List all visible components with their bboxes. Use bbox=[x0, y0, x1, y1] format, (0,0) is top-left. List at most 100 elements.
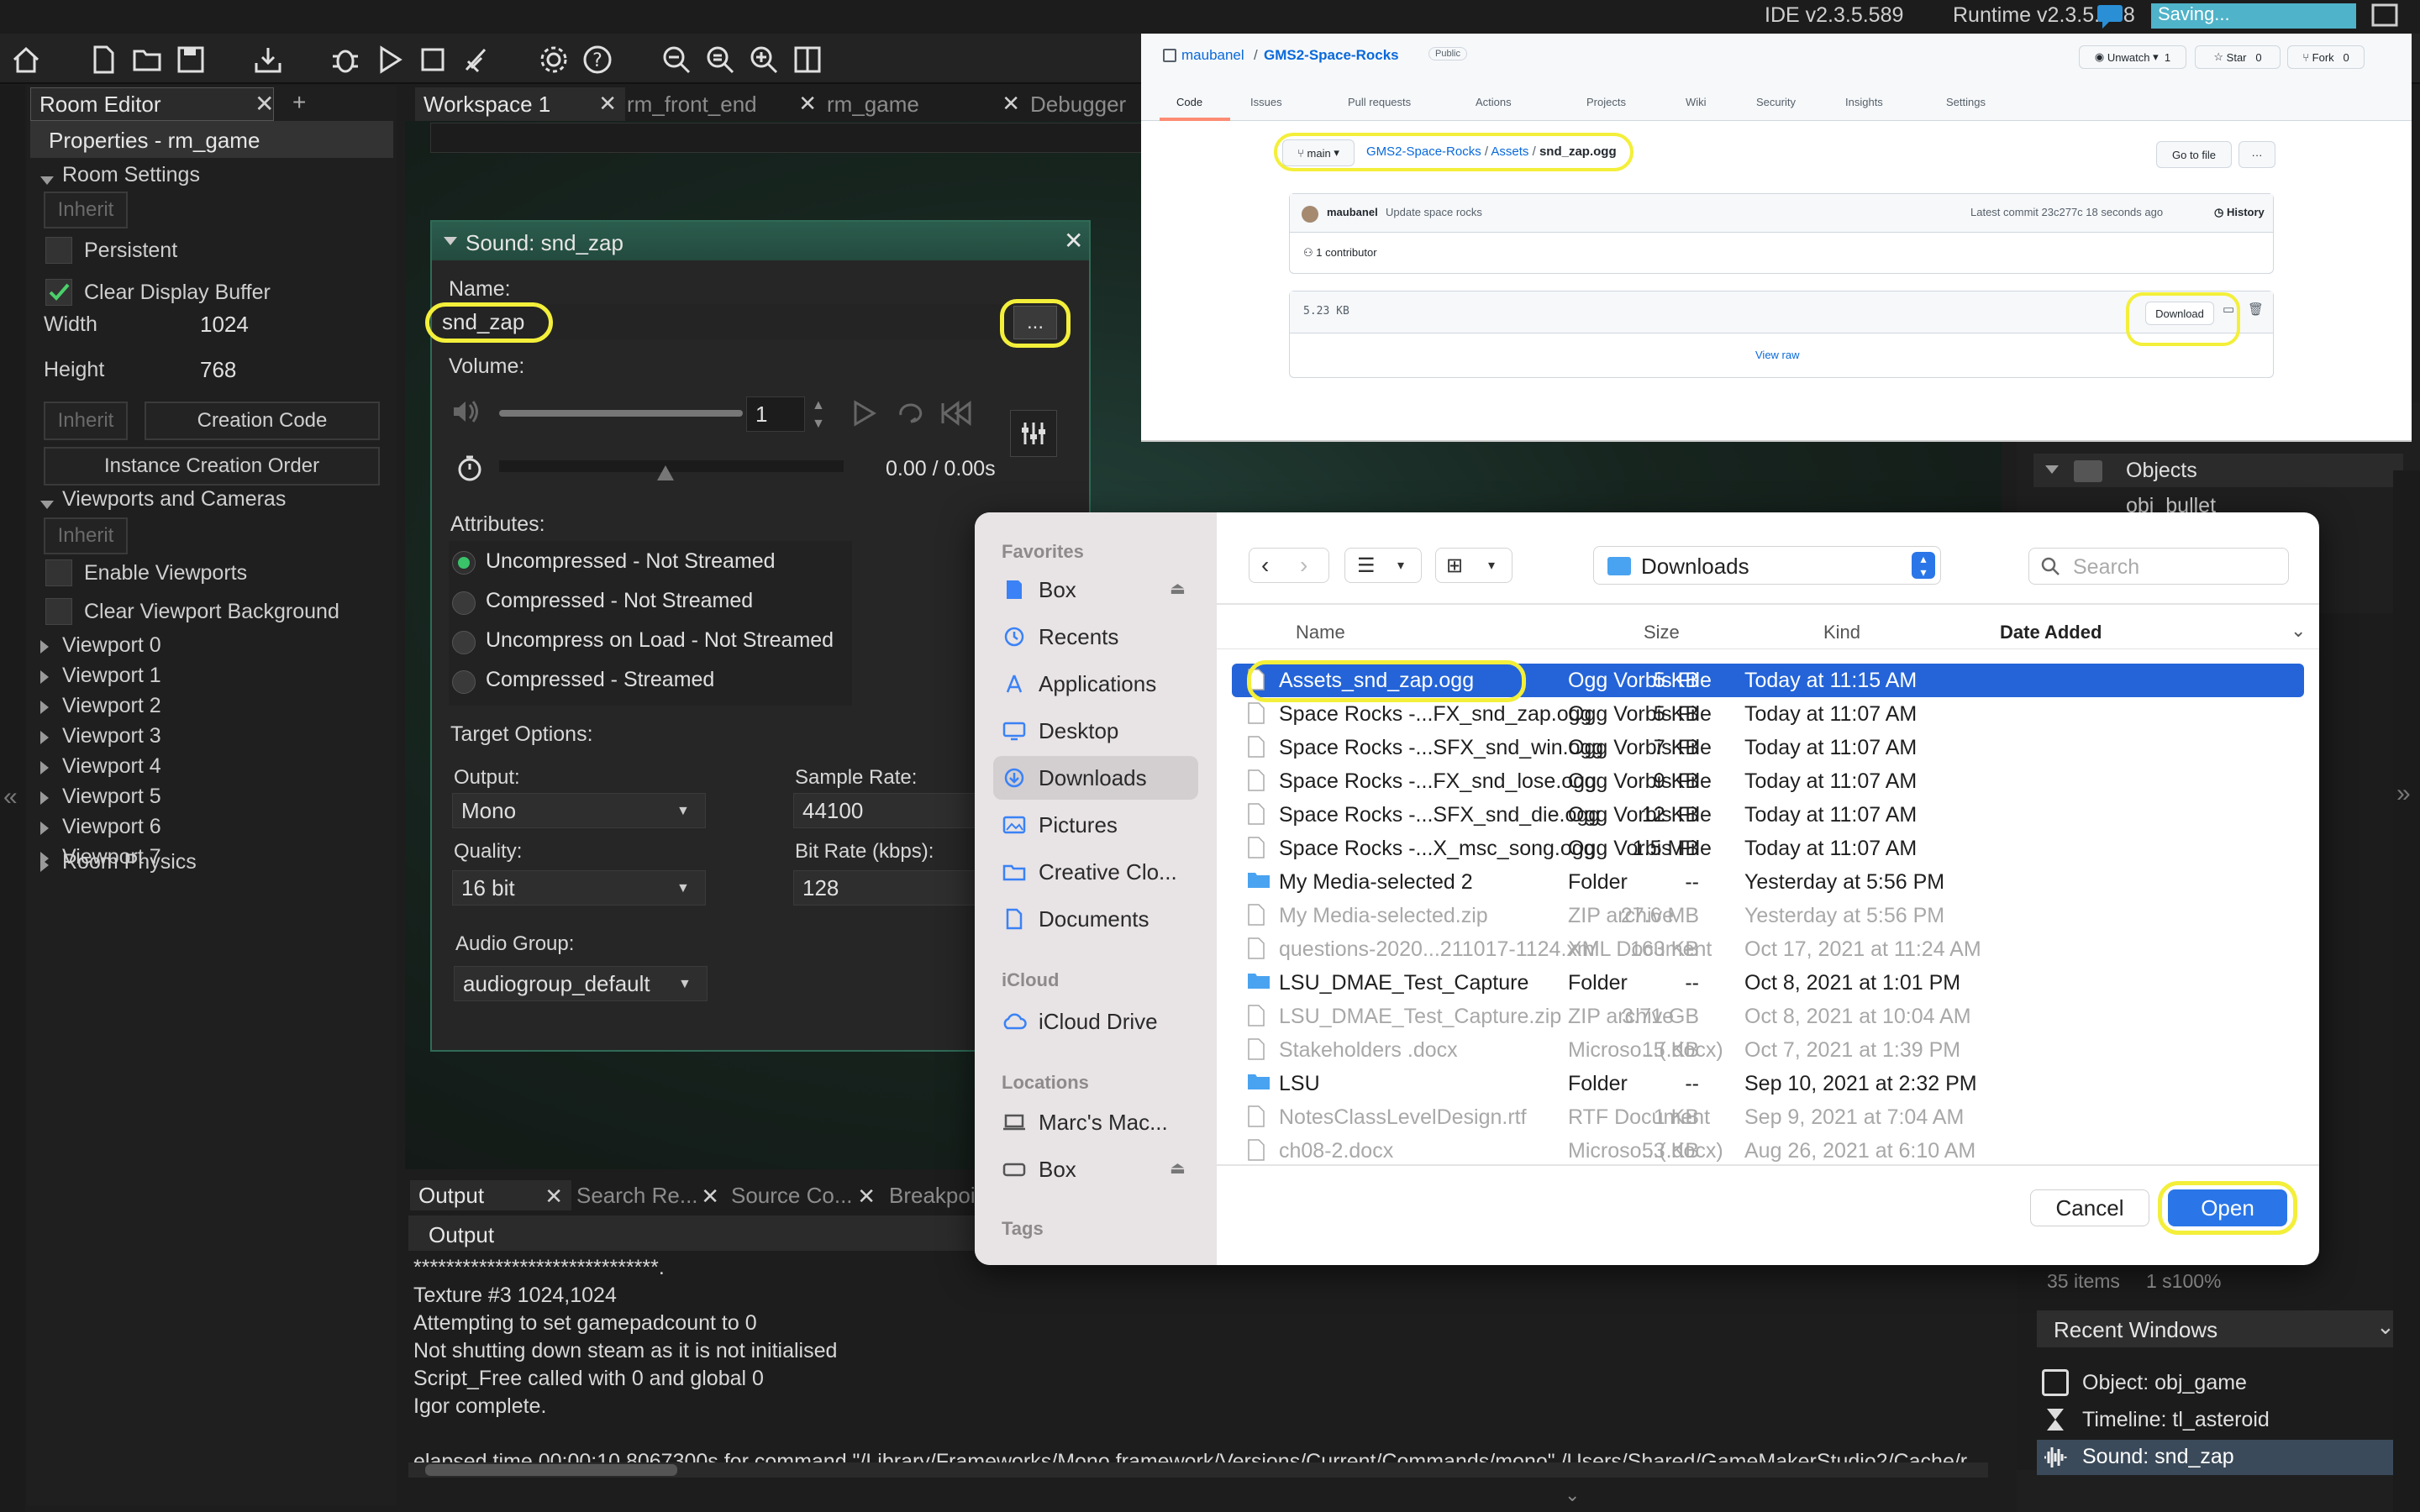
search-field[interactable]: Search bbox=[2028, 548, 2289, 585]
output-select[interactable]: Mono ▼ bbox=[452, 793, 706, 828]
expand-icon[interactable] bbox=[40, 640, 49, 654]
file-row[interactable]: ch08-2.docx 53 KB Microso...(.docx) Aug 26,… bbox=[1232, 1134, 2304, 1168]
unwatch-button[interactable]: ◉ Unwatch ▾ 1 bbox=[2079, 45, 2186, 69]
close-icon[interactable]: ✕ bbox=[255, 90, 274, 118]
attribute-option[interactable]: Uncompress on Load - Not Streamed bbox=[486, 628, 834, 653]
expand-icon[interactable] bbox=[2045, 465, 2059, 474]
sidebar-item-box[interactable]: Box ⏏ bbox=[993, 568, 1198, 612]
add-tab-icon[interactable]: + bbox=[292, 89, 306, 116]
stop-icon[interactable] bbox=[413, 40, 452, 79]
repo-owner-link[interactable]: maubanel bbox=[1181, 47, 1244, 64]
repo-nav-wiki[interactable]: Wiki bbox=[1686, 96, 1707, 108]
close-icon[interactable]: ✕ bbox=[1002, 91, 1020, 117]
repo-name-link[interactable]: GMS2-Space-Rocks bbox=[1264, 47, 1399, 64]
expand-icon[interactable] bbox=[40, 670, 49, 684]
file-row[interactable]: Space Rocks -...X_msc_song.ogg 1.5 MB Ogg … bbox=[1232, 832, 2304, 865]
eject-icon[interactable]: ⏏ bbox=[1170, 578, 1186, 599]
width-input[interactable]: 1024 bbox=[192, 307, 276, 341]
settings-icon[interactable] bbox=[534, 40, 573, 79]
expand-physics-icon[interactable] bbox=[40, 858, 49, 872]
attribute-radio[interactable] bbox=[452, 591, 476, 615]
collapse-icon[interactable] bbox=[444, 237, 457, 245]
volume-slider[interactable] bbox=[499, 410, 743, 417]
recent-item-sound[interactable]: Sound: snd_zap bbox=[2037, 1440, 2407, 1475]
expand-icon[interactable] bbox=[40, 761, 49, 774]
rewind-icon[interactable] bbox=[939, 398, 973, 428]
repo-nav-actions[interactable]: Actions bbox=[1476, 96, 1512, 108]
attribute-option[interactable]: Compressed - Streamed bbox=[486, 668, 714, 692]
debug-icon[interactable] bbox=[326, 40, 365, 79]
sidebar-item-mac[interactable]: Marc's Mac... bbox=[993, 1100, 1198, 1144]
location-popup[interactable]: Downloads ▴ ▾ bbox=[1593, 546, 1941, 585]
viewport-item[interactable]: Viewport 6 bbox=[62, 815, 161, 839]
attribute-option[interactable]: Compressed - Not Streamed bbox=[486, 589, 753, 613]
new-file-icon[interactable] bbox=[84, 40, 123, 79]
close-icon[interactable]: ✕ bbox=[798, 91, 817, 117]
collapse-right-icon[interactable]: » bbox=[2396, 780, 2411, 808]
back-icon[interactable]: ‹ bbox=[1261, 552, 1269, 579]
column-kind[interactable]: Kind bbox=[1823, 622, 1860, 643]
left-collapse-strip[interactable]: « bbox=[0, 86, 25, 1512]
file-row[interactable]: LSU -- Folder Sep 10, 2021 at 2:32 PM bbox=[1232, 1067, 2304, 1100]
sidebar-item-desktop[interactable]: Desktop bbox=[993, 709, 1198, 753]
file-row[interactable]: My Media-selected.zip 27.6 MB ZIP archive Y… bbox=[1232, 899, 2304, 932]
file-row[interactable]: LSU_DMAE_Test_Capture.zip 3.71 GB ZIP arch… bbox=[1232, 1000, 2304, 1033]
expand-icon[interactable] bbox=[40, 822, 49, 835]
inherit-button[interactable]: Inherit bbox=[44, 192, 128, 228]
maximize-icon[interactable] bbox=[2370, 2, 2400, 30]
repo-nav-code[interactable]: Code bbox=[1176, 96, 1202, 108]
repo-nav-pull-requests[interactable]: Pull requests bbox=[1348, 96, 1411, 108]
chevron-down-icon[interactable]: ⌄ bbox=[2291, 620, 2306, 642]
viewport-item[interactable]: Viewport 1 bbox=[62, 664, 161, 688]
file-row[interactable]: Space Rocks -...SFX_snd_die.ogg 12 KB Ogg … bbox=[1232, 798, 2304, 832]
loop-icon[interactable] bbox=[894, 398, 928, 428]
attribute-option[interactable]: Uncompressed - Not Streamed bbox=[486, 549, 776, 574]
viewport-item[interactable]: Viewport 2 bbox=[62, 694, 161, 718]
sidebar-item-recents[interactable]: Recents bbox=[993, 615, 1198, 659]
tab-breakpoints[interactable]: Breakpoi bbox=[881, 1180, 981, 1210]
chat-icon[interactable] bbox=[2096, 2, 2129, 30]
tab-workspace-1[interactable]: Workspace 1 ✕ bbox=[415, 87, 625, 121]
tab-debugger[interactable]: Debugger bbox=[1022, 87, 1131, 121]
volume-stepper-down-icon[interactable]: ▼ bbox=[812, 417, 825, 432]
more-options-button[interactable]: ··· bbox=[2238, 141, 2275, 168]
eject-icon[interactable]: ⏏ bbox=[1170, 1158, 1186, 1179]
room-physics-label[interactable]: Room Physics bbox=[62, 850, 197, 874]
cancel-button[interactable]: Cancel bbox=[2030, 1189, 2149, 1226]
enable-viewports-checkbox[interactable] bbox=[45, 559, 72, 586]
go-to-file-button[interactable]: Go to file bbox=[2156, 141, 2232, 168]
file-row[interactable]: LSU_DMAE_Test_Capture -- Folder Oct 8, 2021… bbox=[1232, 966, 2304, 1000]
sound-window-titlebar[interactable]: Sound: snd_zap ✕ bbox=[432, 222, 1089, 260]
right-collapse-strip[interactable]: » bbox=[2393, 470, 2420, 1512]
run-icon[interactable] bbox=[370, 40, 408, 79]
volume-stepper-up-icon[interactable]: ▲ bbox=[812, 398, 825, 413]
save-icon[interactable] bbox=[171, 40, 210, 79]
expand-viewports-icon[interactable] bbox=[40, 501, 54, 509]
persistent-checkbox[interactable] bbox=[45, 237, 72, 264]
commit-user[interactable]: maubanel bbox=[1327, 206, 1378, 218]
close-icon[interactable]: ✕ bbox=[1064, 227, 1083, 255]
repo-nav-security[interactable]: Security bbox=[1756, 96, 1796, 108]
expand-icon[interactable] bbox=[40, 731, 49, 744]
inherit-creation-button[interactable]: Inherit bbox=[44, 402, 128, 440]
clean-icon[interactable] bbox=[457, 40, 496, 79]
repo-nav-settings[interactable]: Settings bbox=[1946, 96, 1986, 108]
close-icon[interactable]: ✕ bbox=[598, 91, 617, 117]
bit-rate-select[interactable]: 128 bbox=[793, 870, 986, 906]
viewport-item[interactable]: Viewport 0 bbox=[62, 633, 161, 658]
sidebar-item-applications[interactable]: Applications bbox=[993, 662, 1198, 706]
recent-item-timeline[interactable]: Timeline: tl_asteroid bbox=[2037, 1403, 2407, 1436]
recent-item-object[interactable]: Object: obj_game bbox=[2037, 1366, 2407, 1399]
zoom-out-icon[interactable] bbox=[657, 40, 696, 79]
audio-group-select[interactable]: audiogroup_default ▼ bbox=[454, 966, 708, 1001]
tab-rm-front-end[interactable]: rm_front_end ✕ bbox=[618, 87, 825, 121]
tab-output[interactable]: Output ✕ bbox=[410, 1180, 571, 1210]
star-button[interactable]: ☆ Star 0 bbox=[2195, 45, 2281, 69]
inherit-viewports-button[interactable]: Inherit bbox=[44, 517, 128, 554]
column-name[interactable]: Name bbox=[1296, 622, 1345, 643]
sidebar-item-documents[interactable]: Documents bbox=[993, 897, 1198, 941]
close-icon[interactable]: ✕ bbox=[544, 1184, 563, 1210]
column-date-added[interactable]: Date Added bbox=[2000, 622, 2102, 643]
tab-rm-game[interactable]: rm_game ✕ bbox=[818, 87, 1028, 121]
sidebar-item-box-location[interactable]: Box ⏏ bbox=[993, 1147, 1198, 1191]
